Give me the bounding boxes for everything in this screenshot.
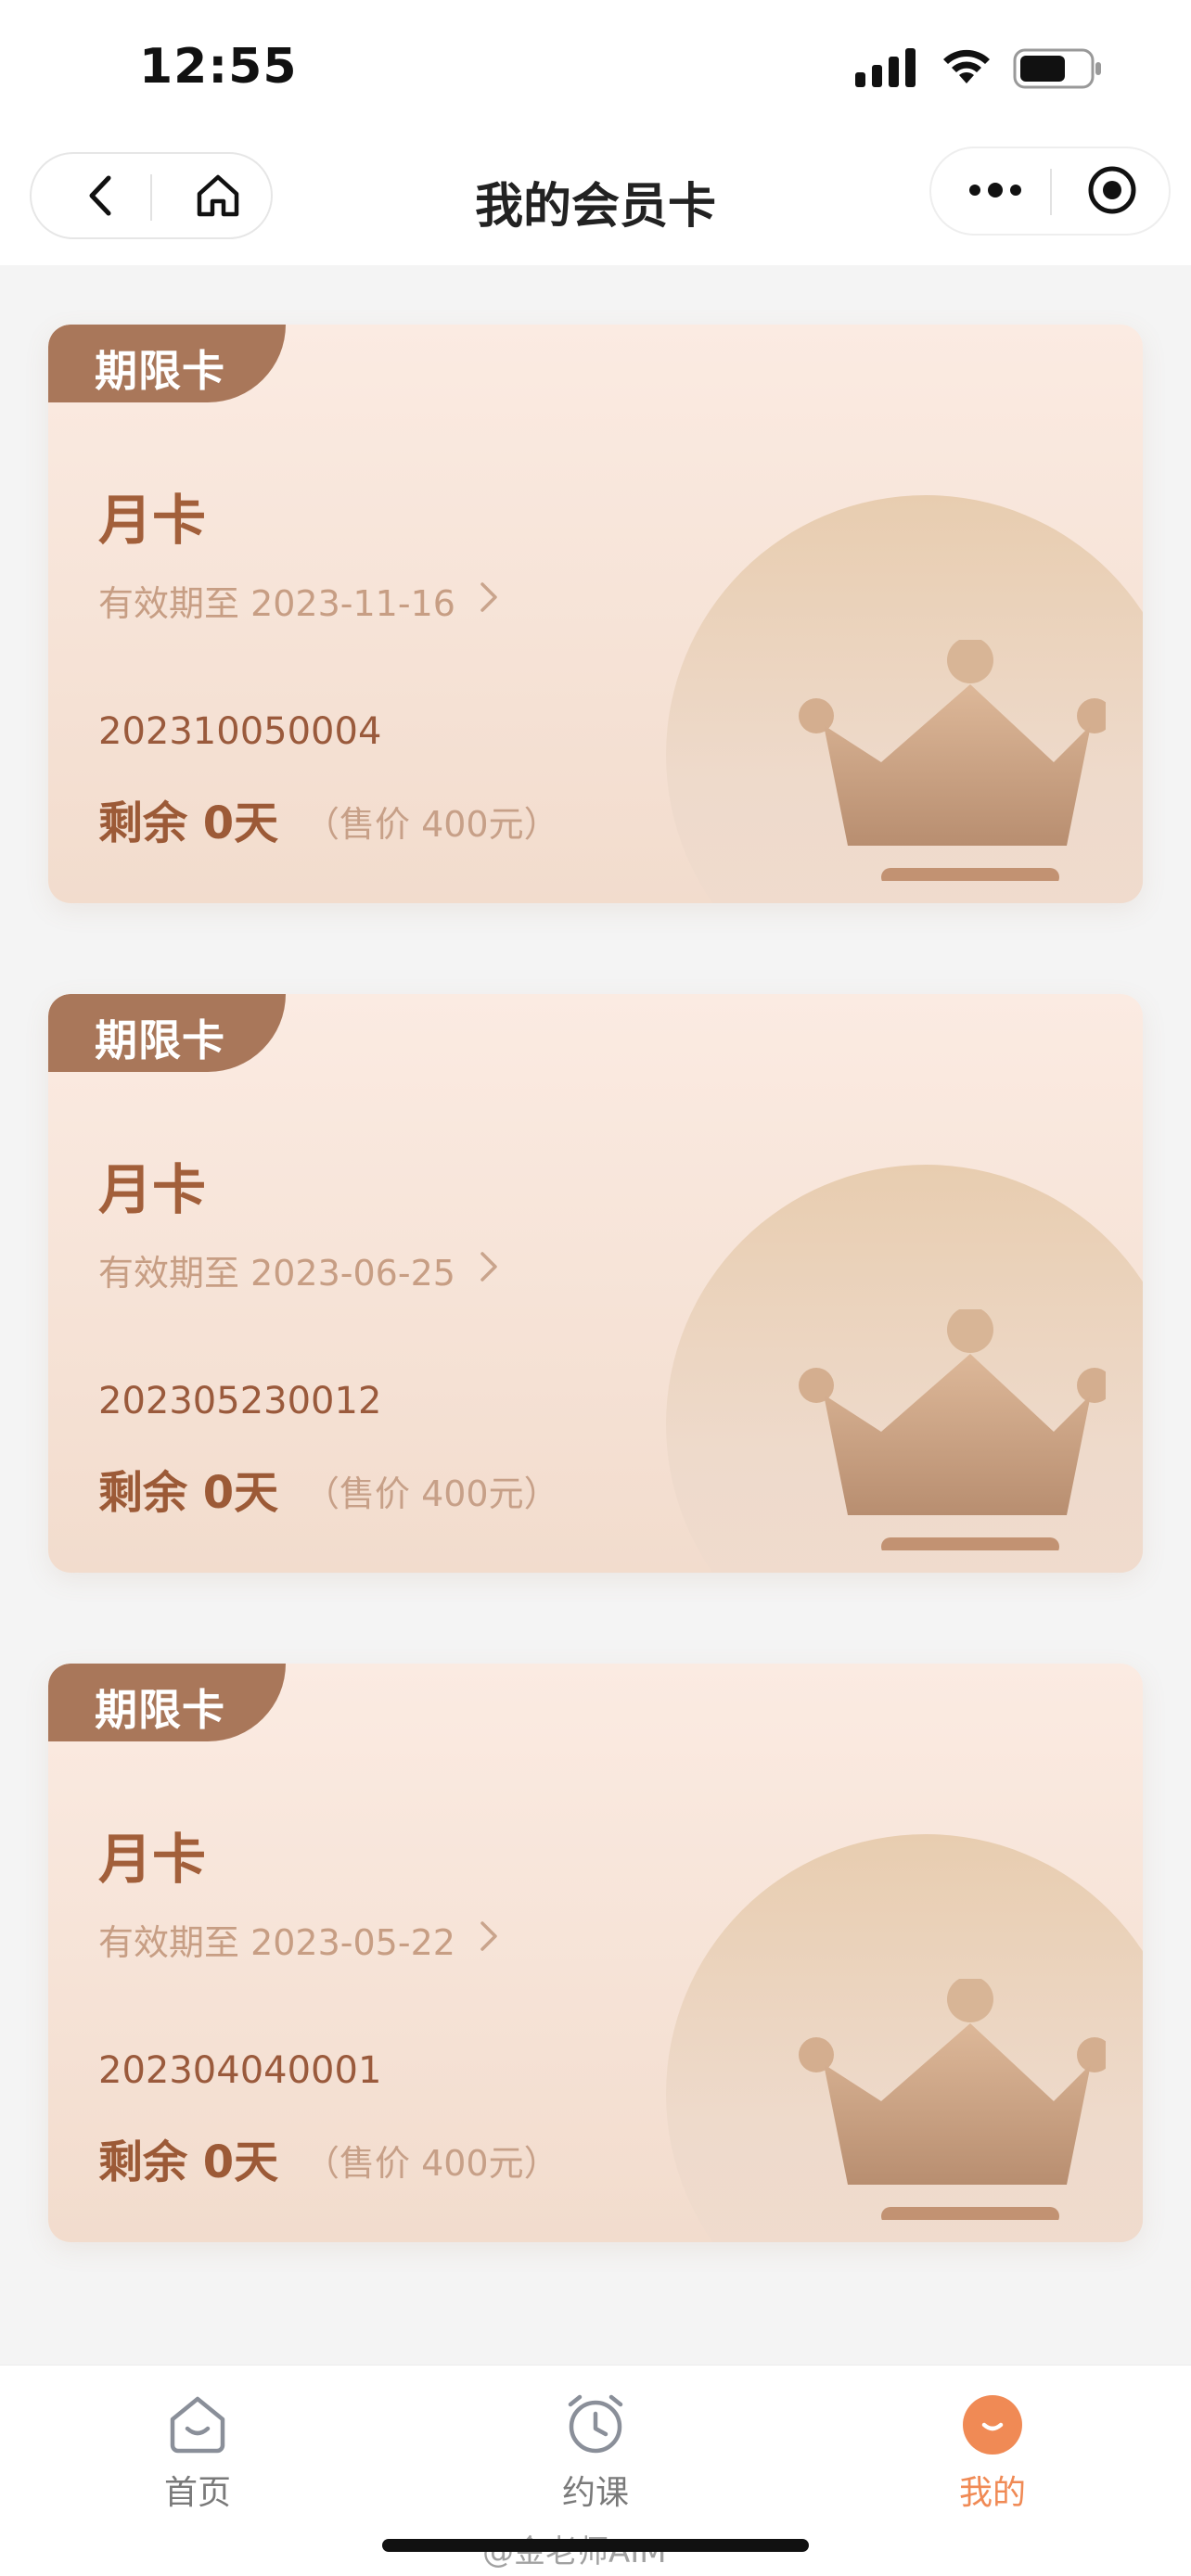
crown-icon [799, 640, 1106, 881]
card-validity: 有效期至 2023-06-25 [98, 1253, 455, 1294]
card-validity: 有效期至 2023-05-22 [98, 1922, 455, 1963]
card-type-tag: 期限卡 [48, 1664, 286, 1741]
card-type-tag: 期限卡 [48, 325, 286, 402]
status-time: 12:55 [139, 39, 298, 95]
tab-label: 我的 [958, 2474, 1026, 2512]
tab-home[interactable]: 首页 [105, 2391, 290, 2531]
battery-icon [1013, 48, 1101, 89]
card-type-tag: 期限卡 [48, 994, 286, 1072]
card-number: 202310050004 [98, 710, 382, 753]
chevron-right-icon[interactable] [475, 579, 503, 616]
card-name: 月卡 [98, 489, 207, 552]
signal-icon [855, 48, 916, 87]
card-price: （售价 400元） [304, 2143, 559, 2184]
chevron-right-icon[interactable] [475, 1918, 503, 1955]
card-number: 202304040001 [98, 2049, 382, 2092]
profile-icon [963, 2395, 1022, 2455]
card-validity: 有效期至 2023-11-16 [98, 583, 455, 624]
crown-icon [799, 1979, 1106, 2220]
card-price: （售价 400元） [304, 804, 559, 845]
card-price: （售价 400元） [304, 1473, 559, 1514]
membership-card[interactable]: 期限卡 月卡 有效期至 2023-05-22 202304040001 剩余 0… [48, 1664, 1143, 2242]
capsule-divider [1050, 169, 1052, 215]
membership-card[interactable]: 期限卡 月卡 有效期至 2023-06-25 202305230012 剩余 0… [48, 994, 1143, 1573]
card-type-label: 期限卡 [95, 346, 225, 396]
more-icon [969, 183, 1021, 198]
card-name: 月卡 [98, 1158, 207, 1221]
home-indicator[interactable] [382, 2539, 809, 2552]
membership-card[interactable]: 期限卡 月卡 有效期至 2023-11-16 202310050004 剩余 0… [48, 325, 1143, 903]
more-button[interactable] [944, 148, 1046, 232]
chevron-right-icon[interactable] [475, 1248, 503, 1285]
tab-label: 首页 [163, 2474, 231, 2512]
crown-icon [799, 1309, 1106, 1550]
card-name: 月卡 [98, 1828, 207, 1891]
close-mini-program-icon [1088, 166, 1136, 214]
home-tab-icon [170, 2396, 225, 2454]
tab-booking[interactable]: 约课 [503, 2391, 688, 2531]
close-mini-program-button[interactable] [1061, 148, 1163, 232]
wifi-icon [943, 49, 990, 83]
card-remaining-days: 剩余 0天 [98, 1467, 279, 1519]
card-remaining-days: 剩余 0天 [98, 2136, 279, 2188]
nav-capsule-right [929, 147, 1171, 236]
card-type-label: 期限卡 [95, 1015, 225, 1065]
nav-bar: 我的会员卡 [0, 139, 1191, 265]
card-remaining-days: 剩余 0天 [98, 797, 279, 849]
alarm-clock-icon [568, 2394, 623, 2454]
status-bar: 12:55 [0, 0, 1191, 139]
tab-mine[interactable]: 我的 [900, 2391, 1085, 2531]
tab-label: 约课 [561, 2474, 629, 2512]
card-number: 202305230012 [98, 1380, 382, 1422]
card-type-label: 期限卡 [95, 1685, 225, 1735]
